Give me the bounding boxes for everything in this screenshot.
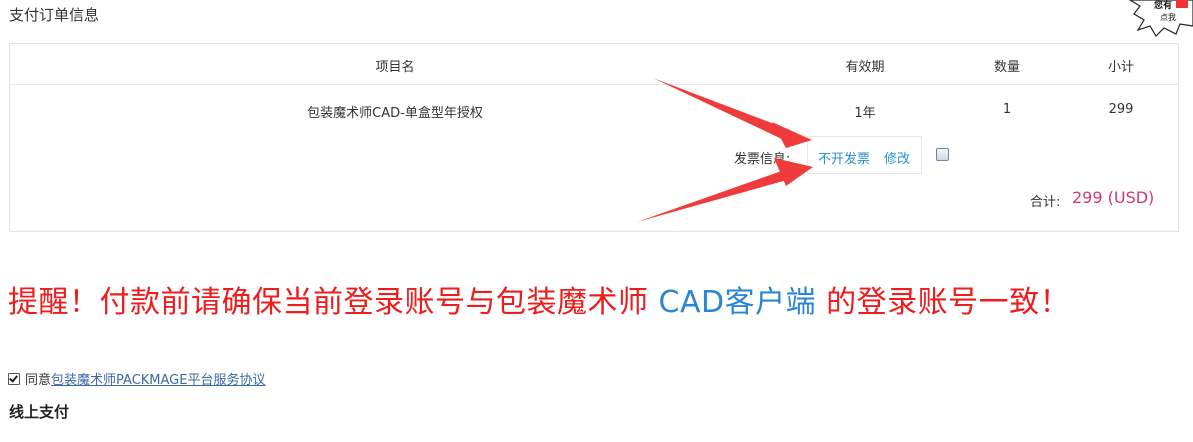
- agreement-link[interactable]: 包装魔术师PACKMAGE平台服务协议: [51, 369, 265, 388]
- reminder-text-1: 提醒！付款前请确保当前登录账号与包装魔术师: [8, 285, 659, 320]
- invoice-edit-link[interactable]: 修改: [884, 148, 910, 167]
- invoice-box: 不开发票 修改: [807, 136, 922, 174]
- order-table: 项目名 有效期 数量 小计 包装魔术师CAD-单盒型年授权 1年 1 299 发…: [9, 43, 1179, 232]
- total-value: 299 (USD): [1072, 188, 1155, 207]
- invoice-value: 不开发票: [818, 152, 871, 167]
- sticker-text-2: 点我: [1160, 12, 1176, 22]
- invoice-label: 发票信息:: [734, 152, 791, 167]
- invoice-checkbox[interactable]: [936, 148, 949, 161]
- row-qty: 1: [1002, 102, 1012, 117]
- col-header-name: 项目名: [375, 60, 415, 75]
- online-payment-heading: 线上支付: [9, 403, 70, 421]
- payment-reminder: 提醒！付款前请确保当前登录账号与包装魔术师 CAD客户端 的登录账号一致！: [8, 277, 1070, 321]
- col-header-subtotal: 小计: [1107, 60, 1134, 75]
- reminder-text-2: 的登录账号一致！: [816, 285, 1071, 320]
- col-header-qty: 数量: [993, 60, 1020, 75]
- agreement-checkbox[interactable]: [8, 372, 20, 385]
- sticker-text-1: 您有: [1154, 0, 1172, 11]
- col-header-validity: 有效期: [845, 60, 885, 75]
- row-product-name: 包装魔术师CAD-单盒型年授权: [307, 106, 483, 121]
- header-divider: [10, 84, 1178, 85]
- total-label: 合计:: [1030, 195, 1061, 210]
- section-title: 支付订单信息: [9, 6, 100, 24]
- row-validity: 1年: [854, 106, 876, 121]
- agreement-prefix: 同意: [25, 373, 52, 388]
- agreement-row: 同意 包装魔术师PACKMAGE平台服务协议: [8, 369, 265, 388]
- row-subtotal: 299: [1108, 102, 1134, 117]
- promo-sticker-icon[interactable]: 您有 点我: [1120, 0, 1193, 40]
- reminder-highlight: CAD客户端: [658, 285, 817, 320]
